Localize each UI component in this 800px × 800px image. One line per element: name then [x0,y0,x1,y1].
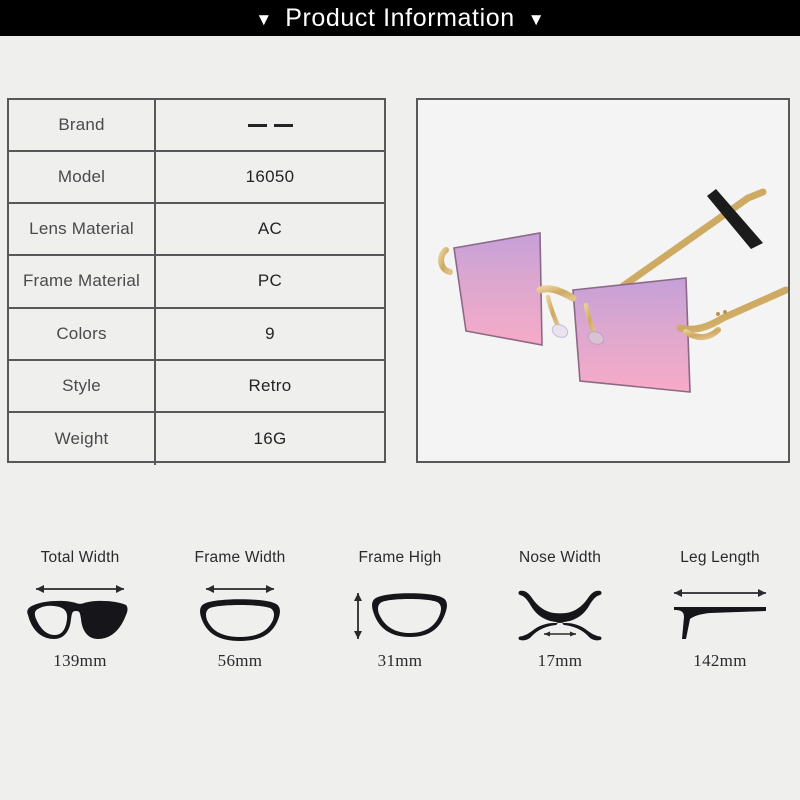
measurement-label: Leg Length [680,549,760,566]
spec-label: Lens Material [9,204,156,255]
spec-value-brand [156,100,384,150]
sunglasses-illustration [418,100,788,461]
triangle-down-left-icon: ▼ [255,9,273,29]
dash-mark-icon [273,123,293,127]
single-lens-width-icon [184,575,296,647]
specification-table: Brand Model 16050 Lens Material AC Frame… [7,98,386,465]
hinge-screw [716,312,720,316]
temple-arm-icon [664,575,776,647]
hinge-screw [723,310,727,314]
spec-label: Colors [9,308,156,359]
measurement-value: 17mm [537,651,583,670]
dash-mark-icon [247,123,267,127]
spec-value: AC [257,219,283,239]
table-row: Lens Material AC [9,204,384,257]
spec-label: Brand [9,100,156,151]
measurement-label: Frame Width [194,549,286,566]
spec-value: Retro [248,375,292,395]
spec-label: Frame Material [9,256,156,307]
measurement-label: Frame High [358,549,442,566]
triangle-down-right-icon: ▼ [527,9,545,29]
measurement-total-width: Total Width 139mm [0,548,160,688]
page-header: ▼ Product Information ▼ [0,0,800,36]
table-row: Style Retro [9,360,384,413]
table-row: Colors 9 [9,308,384,361]
measurement-row: Total Width 139mm Frame Width 56mm Frame… [0,548,800,688]
spec-label: Model [9,152,156,203]
measurement-label: Nose Width [518,549,602,566]
single-lens-height-icon [344,575,456,647]
measurement-nose-width: Nose Width 17mm [480,548,640,688]
spec-label: Weight [9,412,156,465]
product-photo [416,98,790,463]
measurement-value: 139mm [53,651,107,670]
lens-far [453,232,543,346]
table-row: Weight 16G [9,412,384,465]
spec-label: Style [9,360,156,411]
measurement-label: Total Width [40,549,120,566]
measurement-value: 31mm [377,651,423,670]
spec-value: 9 [265,323,275,343]
page-title: Product Information [285,3,515,32]
measurement-value: 142mm [693,651,747,670]
spec-value: PC [257,271,283,291]
spec-value: 16G [253,428,287,448]
full-glasses-width-icon [24,575,136,647]
spec-value: 16050 [245,167,295,187]
table-row: Brand [9,100,384,153]
measurement-leg-length: Leg Length 142mm [640,548,800,688]
table-row: Frame Material PC [9,256,384,309]
measurement-value: 56mm [217,651,263,670]
table-row: Model 16050 [9,152,384,205]
nose-bridge-icon [504,575,616,647]
measurement-frame-high: Frame High 31mm [320,548,480,688]
measurement-frame-width: Frame Width 56mm [160,548,320,688]
